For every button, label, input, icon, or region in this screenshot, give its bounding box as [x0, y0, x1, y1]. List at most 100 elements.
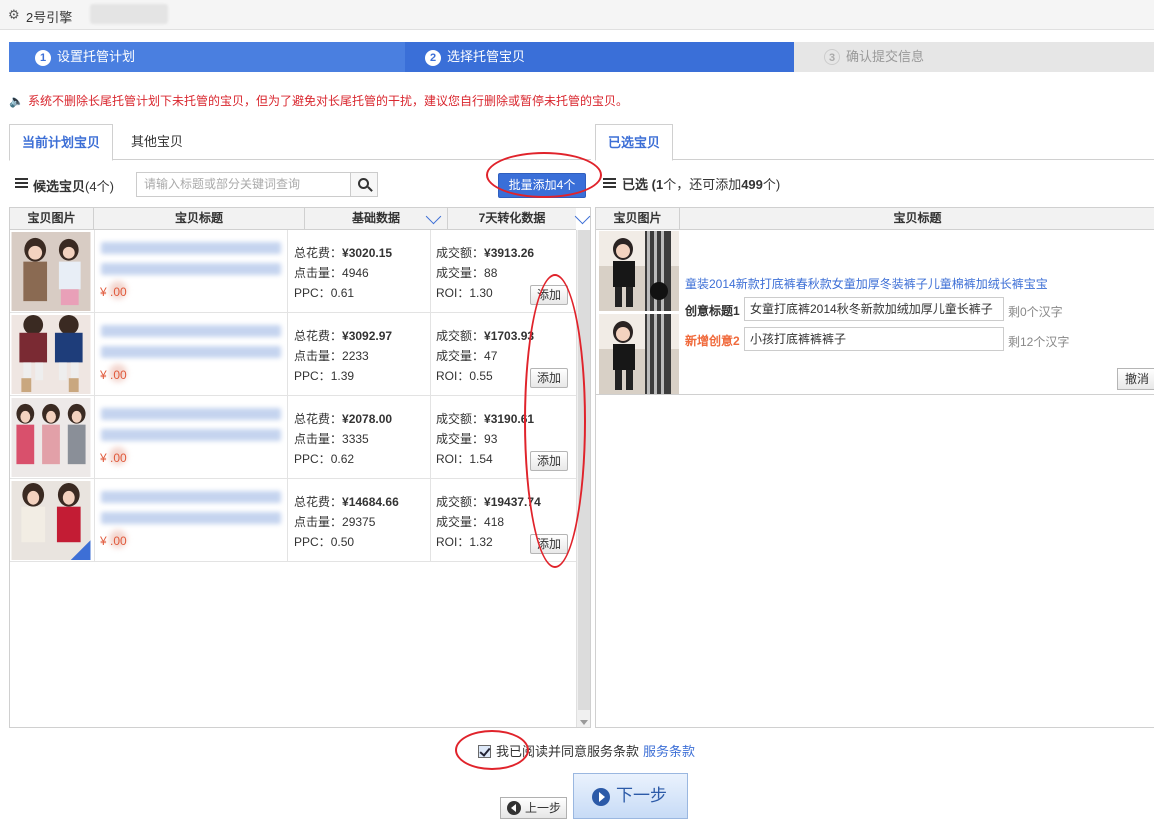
table-row: ¥ .00 总花费：¥3092.97 点击量：2233 PPC：1.39 成交额…	[10, 313, 576, 396]
ppc-value: 0.62	[330, 452, 355, 466]
warning-notice: 🔈 系统不删除长尾托管计划下未托管的宝贝，但为了避免对长尾托管的干扰，建议您自行删…	[9, 92, 628, 109]
gmv-label: 成交额：	[436, 246, 485, 260]
orders-value: 88	[484, 266, 498, 280]
blurred-title	[101, 346, 281, 358]
selected-prefix: 已选 (	[622, 177, 656, 192]
col-title: 宝贝标题	[893, 211, 942, 225]
ppc-value: 0.50	[330, 535, 355, 549]
search-input[interactable]: 请输入标题或部分关键词查询	[136, 172, 352, 197]
product-price: ¥ .00	[100, 534, 127, 548]
product-title-cell: ¥ .00	[94, 396, 288, 479]
creative-2-input[interactable]: 小孩打底裤裤裤子	[744, 327, 1004, 351]
selected-toolbar: 已选 (1个，还可添加499个)	[595, 168, 1154, 202]
list-icon	[15, 178, 28, 189]
step-3: 3 确认提交信息	[794, 42, 1154, 72]
gmv-value: ¥3913.26	[484, 246, 535, 260]
product-title-cell: ¥ .00	[94, 313, 288, 396]
orders-value: 93	[484, 432, 498, 446]
orders-label: 成交量：	[436, 515, 485, 529]
product-price: ¥ .00	[100, 285, 127, 299]
annotation-circle	[455, 730, 529, 770]
speaker-icon: 🔈	[9, 94, 24, 108]
gmv-label: 成交额：	[436, 412, 485, 426]
product-title-cell: ¥ .00	[94, 479, 288, 562]
ppc-value: 0.61	[330, 286, 355, 300]
clicks-value: 3335	[342, 432, 369, 446]
step-3-number: 3	[824, 49, 840, 65]
clicks-value: 2233	[342, 349, 369, 363]
spend-label: 总花费：	[294, 329, 343, 343]
next-step-button[interactable]: 下一步	[573, 773, 688, 819]
table-row: ¥ .00 总花费：¥14684.66 点击量：29375 PPC：0.50 成…	[10, 479, 576, 562]
gmv-value: ¥1703.93	[484, 329, 535, 343]
product-image	[599, 314, 679, 394]
tab-other-items[interactable]: 其他宝贝	[119, 124, 195, 161]
col-image: 宝贝图片	[10, 208, 94, 230]
prev-step-button[interactable]: 上一步	[500, 797, 567, 819]
basic-data-cell: 总花费：¥3092.97 点击量：2233 PPC：1.39	[294, 313, 431, 396]
chevron-down-icon	[425, 208, 442, 225]
top-bar: ⚙ 2号引擎	[0, 0, 1154, 30]
roi-label: ROI：	[436, 535, 470, 549]
creative-2-label: 新增创意2	[685, 334, 740, 348]
spend-label: 总花费：	[294, 246, 343, 260]
notice-text: 系统不删除长尾托管计划下未托管的宝贝，但为了避免对长尾托管的干扰，建议您自行删除…	[27, 94, 628, 108]
roi-label: ROI：	[436, 369, 470, 383]
scroll-down-arrow[interactable]	[580, 720, 588, 725]
table-header: 宝贝图片 宝贝标题 基础数据 7天转化数据	[10, 208, 591, 230]
cancel-button[interactable]: 撤消	[1117, 368, 1154, 390]
gear-icon: ⚙	[8, 7, 20, 22]
basic-data-cell: 总花费：¥2078.00 点击量：3335 PPC：0.62	[294, 396, 431, 479]
roi-value: 0.55	[469, 369, 493, 383]
ppc-label: PPC：	[294, 452, 331, 466]
selected-info: 已选 (1个，还可添加499个)	[622, 174, 780, 193]
clicks-label: 点击量：	[294, 515, 343, 529]
selected-item-title[interactable]: 童装2014新款打底裤春秋款女童加厚冬装裤子儿童棉裤加绒长裤宝宝	[685, 275, 1048, 292]
product-image	[599, 231, 679, 311]
tab-selected-items[interactable]: 已选宝贝	[595, 124, 674, 161]
col-conversion[interactable]: 7天转化数据	[448, 208, 591, 230]
selected-table: 宝贝图片 宝贝标题 童装2014新款打底裤春秋款女童加厚冬装裤子儿童棉裤加绒长裤…	[595, 207, 1154, 728]
roi-label: ROI：	[436, 452, 470, 466]
left-tab-bar: 当前计划宝贝 其他宝贝	[9, 124, 591, 161]
selected-suffix: 个)	[762, 177, 781, 192]
col-basic[interactable]: 基础数据	[305, 208, 448, 230]
step-2-label: 选择托管宝贝	[447, 49, 526, 64]
search-button[interactable]	[350, 172, 378, 197]
prev-step-label: 上一步	[525, 801, 562, 815]
terms-link[interactable]: 服务条款	[643, 744, 695, 759]
gmv-label: 成交额：	[436, 329, 485, 343]
orders-value: 47	[484, 349, 498, 363]
roi-value: 1.54	[469, 452, 493, 466]
col-image: 宝贝图片	[596, 208, 680, 230]
candidate-count: (4个)	[85, 179, 114, 194]
step-2-number: 2	[425, 50, 441, 66]
spend-value: ¥3020.15	[342, 246, 393, 260]
roi-value: 1.30	[469, 286, 493, 300]
selected-mid: 个，还可添加	[663, 177, 742, 192]
product-image	[11, 398, 91, 477]
blurred-title	[101, 512, 281, 524]
ppc-label: PPC：	[294, 369, 331, 383]
right-tab-bar: 已选宝贝	[595, 124, 1154, 161]
spend-label: 总花费：	[294, 412, 343, 426]
ppc-value: 1.39	[330, 369, 355, 383]
ppc-label: PPC：	[294, 286, 331, 300]
selected-remain: 499	[741, 177, 763, 192]
creative-2-remaining: 剩12个汉字	[1008, 335, 1070, 349]
roi-label: ROI：	[436, 286, 470, 300]
blurred-title	[101, 491, 281, 503]
blurred-title	[101, 408, 281, 420]
creative-1-input[interactable]: 女童打底裤2014秋冬新款加绒加厚儿童长裤子	[744, 297, 1004, 321]
blurred-title	[101, 325, 281, 337]
step-1: 1 设置托管计划	[9, 42, 409, 72]
clicks-value: 29375	[342, 515, 376, 529]
orders-label: 成交量：	[436, 266, 485, 280]
tab-current-plan[interactable]: 当前计划宝贝	[9, 124, 114, 161]
clicks-label: 点击量：	[294, 349, 343, 363]
roi-value: 1.32	[469, 535, 493, 549]
candidate-table: 宝贝图片 宝贝标题 基础数据 7天转化数据 ¥ .00 总花费：¥3020.15…	[9, 207, 591, 728]
step-1-number: 1	[35, 50, 51, 66]
product-image	[11, 315, 91, 394]
creative-1-remaining: 剩0个汉字	[1008, 305, 1063, 319]
